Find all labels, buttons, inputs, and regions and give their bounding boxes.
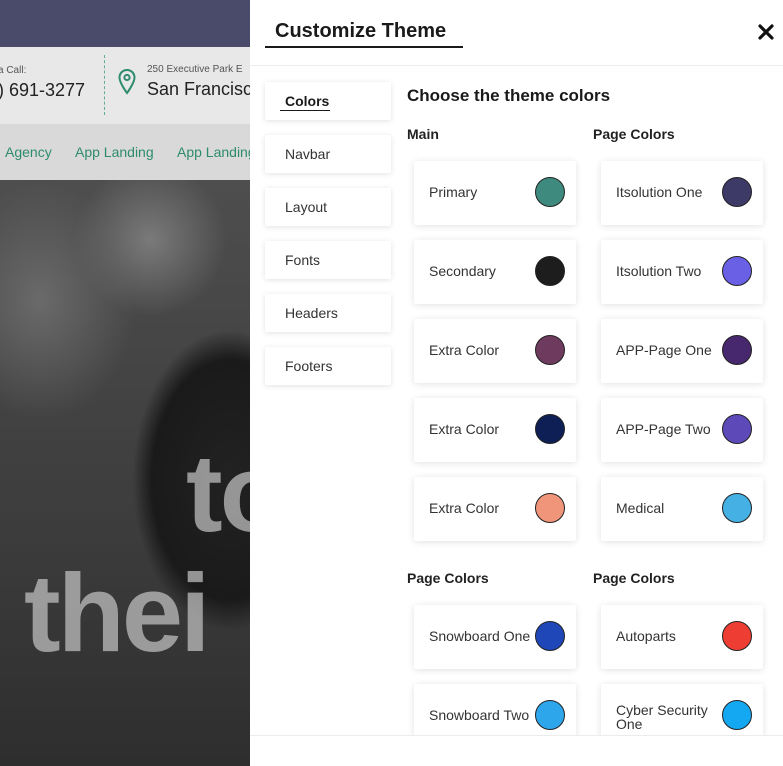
tab-label: Navbar [285, 146, 331, 162]
tab-label: Fonts [285, 252, 321, 268]
color-label: Extra Color [429, 342, 500, 358]
color-label: Snowboard Two [429, 707, 530, 723]
color-label: Autoparts [616, 628, 676, 644]
panel-title: Customize Theme [275, 20, 447, 42]
color-swatch[interactable] [535, 700, 565, 730]
panel-header: Customize Theme [250, 0, 783, 66]
site-nav: Agency App Landing App Landing [0, 124, 250, 180]
color-swatch[interactable] [722, 335, 752, 365]
customize-theme-panel: Customize Theme Colors Navbar Layout Fon… [250, 0, 783, 766]
color-swatch[interactable] [722, 621, 752, 651]
group-title-page-colors-2: Page Colors [407, 570, 489, 586]
color-swatch[interactable] [535, 414, 565, 444]
tab-headers[interactable]: Headers [265, 294, 391, 332]
content-heading: Choose the theme colors [407, 86, 611, 105]
color-label: Cyber Security One [616, 702, 708, 732]
color-label: Extra Color [429, 421, 500, 437]
color-swatch[interactable] [722, 177, 752, 207]
group-title-page-colors: Page Colors [593, 126, 675, 142]
close-icon[interactable] [754, 20, 778, 44]
tab-navbar[interactable]: Navbar [265, 135, 391, 173]
color-label: Extra Color [429, 500, 500, 516]
color-swatch[interactable] [722, 493, 752, 523]
tab-label: Footers [285, 358, 333, 374]
color-swatch[interactable] [535, 177, 565, 207]
nav-link-agency[interactable]: Agency [5, 144, 52, 160]
group-title-page-colors-3: Page Colors [593, 570, 675, 586]
panel-footer [250, 736, 783, 766]
site-contact-bar: a Call: ) 691-3277 250 Executive Park E … [0, 47, 250, 124]
color-option-app-page-one[interactable]: APP-Page One [601, 319, 763, 383]
color-swatch[interactable] [722, 414, 752, 444]
nav-link-app-landing-2[interactable]: App Landing [177, 144, 250, 160]
tab-colors[interactable]: Colors [265, 82, 391, 120]
color-label: Itsolution One [616, 184, 703, 200]
color-swatch[interactable] [535, 335, 565, 365]
color-label: APP-Page Two [616, 421, 711, 437]
background-website: a Call: ) 691-3277 250 Executive Park E … [0, 0, 250, 766]
tab-layout[interactable]: Layout [265, 188, 391, 226]
group-title-main: Main [407, 126, 439, 142]
color-label: Snowboard One [429, 628, 531, 644]
color-swatch[interactable] [535, 256, 565, 286]
tab-fonts[interactable]: Fonts [265, 241, 391, 279]
hero-text-line-1: to [186, 432, 250, 555]
contact-divider [104, 55, 105, 115]
tab-footers[interactable]: Footers [265, 347, 391, 385]
color-label: Primary [429, 184, 478, 200]
phone-number[interactable]: ) 691-3277 [0, 80, 85, 101]
hero-text-line-2: thei [24, 552, 211, 675]
city-name: San Francisco [147, 79, 250, 99]
hero-image: to thei [0, 180, 250, 766]
color-swatch[interactable] [535, 621, 565, 651]
color-option-app-page-two[interactable]: APP-Page Two [601, 398, 763, 462]
color-option-extra-3[interactable]: Extra Color [414, 477, 576, 541]
color-swatch[interactable] [535, 493, 565, 523]
site-top-bar [0, 0, 250, 47]
call-label: a Call: [0, 65, 27, 76]
color-label: Secondary [429, 263, 496, 279]
color-option-autoparts[interactable]: Autoparts [601, 605, 763, 669]
tab-label: Colors [285, 93, 330, 109]
tab-label: Layout [285, 199, 328, 215]
color-option-extra-2[interactable]: Extra Color [414, 398, 576, 462]
color-label: APP-Page One [616, 342, 712, 358]
color-option-extra-1[interactable]: Extra Color [414, 319, 576, 383]
address-label: 250 Executive Park E [147, 64, 243, 75]
active-tab-underline [280, 110, 330, 111]
color-option-secondary[interactable]: Secondary [414, 240, 576, 304]
title-underline [265, 46, 463, 48]
color-swatch[interactable] [722, 256, 752, 286]
color-swatch[interactable] [722, 700, 752, 730]
color-option-itsolution-one[interactable]: Itsolution One [601, 161, 763, 225]
color-option-primary[interactable]: Primary [414, 161, 576, 225]
color-option-medical[interactable]: Medical [601, 477, 763, 541]
map-pin-icon [118, 69, 136, 95]
nav-link-app-landing[interactable]: App Landing [75, 144, 154, 160]
tab-label: Headers [285, 305, 338, 321]
color-label: Itsolution Two [616, 263, 702, 279]
color-option-snowboard-one[interactable]: Snowboard One [414, 605, 576, 669]
color-label: Medical [616, 500, 665, 516]
color-option-itsolution-two[interactable]: Itsolution Two [601, 240, 763, 304]
